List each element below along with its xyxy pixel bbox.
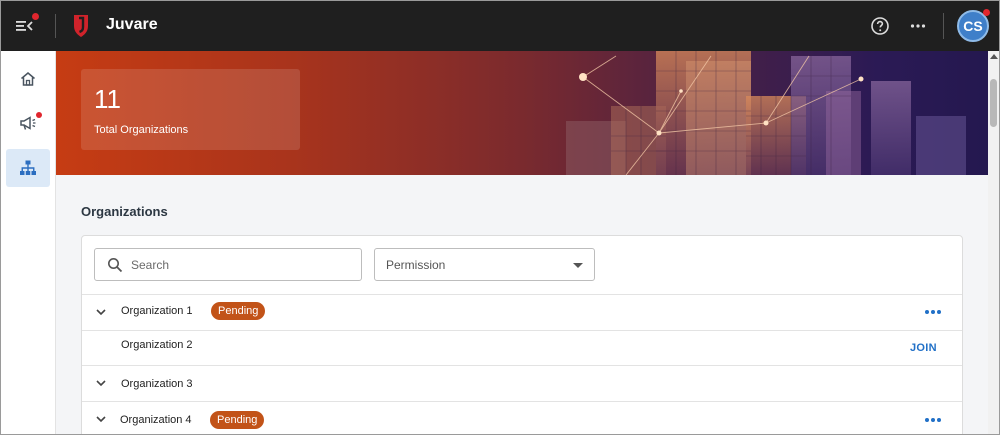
app-window: Juvare CS 11 Total Organizations Organiz… xyxy=(0,0,1000,435)
sidebar-item-announcements[interactable] xyxy=(6,104,50,142)
status-badge: Pending xyxy=(211,302,266,320)
chevron-down-icon[interactable] xyxy=(94,305,108,319)
app-brand-name: Juvare xyxy=(106,16,158,33)
notification-dot xyxy=(983,9,990,16)
organization-row[interactable]: Organization 4 Pending xyxy=(82,401,962,434)
caret-down-icon xyxy=(573,263,583,268)
user-avatar[interactable]: CS xyxy=(957,9,990,42)
city-skyline-illustration xyxy=(566,51,966,175)
notification-dot xyxy=(32,13,39,20)
scroll-up-icon[interactable] xyxy=(990,54,998,59)
permission-select-label: Permission xyxy=(386,257,446,272)
organization-name: Organization 1 xyxy=(121,305,193,317)
divider xyxy=(55,14,56,38)
sidebar-item-organizations[interactable] xyxy=(6,149,50,187)
megaphone-icon xyxy=(20,116,36,130)
scrollbar-thumb[interactable] xyxy=(990,79,997,127)
sidebar-item-home[interactable] xyxy=(6,60,50,98)
section-title: Organizations xyxy=(81,204,168,219)
more-options-icon[interactable] xyxy=(924,309,942,315)
organization-row[interactable]: Organization 2 JOIN xyxy=(82,330,962,365)
divider xyxy=(943,13,944,39)
menu-collapse-icon[interactable] xyxy=(13,13,39,38)
status-badge: Pending xyxy=(210,411,265,429)
home-icon xyxy=(21,72,35,86)
sidebar xyxy=(1,51,56,434)
help-icon[interactable] xyxy=(868,14,892,38)
organization-name: Organization 3 xyxy=(121,378,193,390)
search-field[interactable] xyxy=(94,248,362,281)
organization-row[interactable]: Organization 1 Pending xyxy=(82,294,962,330)
chevron-down-icon[interactable] xyxy=(94,376,108,390)
page-scrollbar[interactable] xyxy=(988,51,999,434)
organizations-panel: Permission Organization 1 Pending Organi… xyxy=(81,235,963,434)
juvare-logo[interactable] xyxy=(72,14,90,38)
chevron-down-icon[interactable] xyxy=(94,412,108,426)
org-hierarchy-icon xyxy=(20,160,36,175)
organization-name: Organization 2 xyxy=(121,339,193,351)
more-options-icon[interactable] xyxy=(924,417,942,423)
top-bar: Juvare CS xyxy=(1,1,999,51)
total-organizations-card: 11 Total Organizations xyxy=(81,69,300,150)
organization-name: Organization 4 xyxy=(120,414,192,426)
join-button[interactable]: JOIN xyxy=(910,342,937,354)
permission-select[interactable]: Permission xyxy=(374,248,595,281)
organization-row[interactable]: Organization 3 xyxy=(82,365,962,401)
more-options-icon[interactable] xyxy=(906,14,930,38)
search-input[interactable] xyxy=(131,257,331,272)
notification-dot xyxy=(36,112,42,118)
total-organizations-label: Total Organizations xyxy=(94,124,189,136)
hero-banner: 11 Total Organizations xyxy=(56,51,988,175)
avatar-initials: CS xyxy=(963,18,983,34)
total-organizations-value: 11 xyxy=(94,84,121,114)
search-icon xyxy=(108,257,123,272)
